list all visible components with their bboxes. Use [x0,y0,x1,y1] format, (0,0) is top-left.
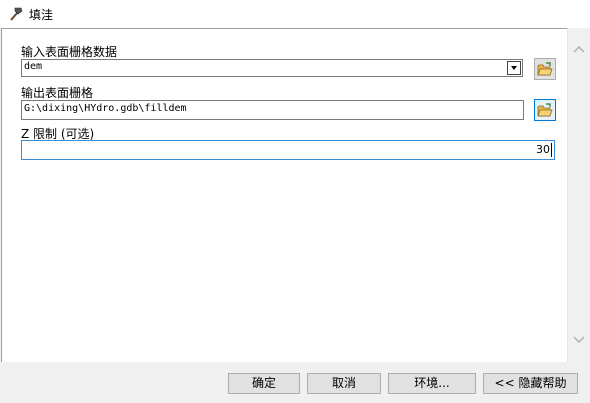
output-raster-field[interactable]: G:\dixing\HYdro.gdb\filldem [21,100,524,120]
z-limit-field[interactable]: 30 [21,140,555,160]
chevron-up-icon[interactable] [571,42,587,58]
output-raster-label: 输出表面栅格 [21,86,94,100]
hammer-icon [7,5,25,23]
output-browse-button[interactable] [534,99,556,121]
input-raster-combobox[interactable]: dem [21,59,523,77]
input-browse-button[interactable] [534,58,556,80]
text-caret [551,143,552,157]
window-title: 填洼 [29,8,54,22]
output-raster-value: G:\dixing\HYdro.gdb\filldem [24,103,187,114]
vertical-scrollbar[interactable] [567,28,590,362]
hide-help-button[interactable]: << 隐藏帮助 [483,373,578,394]
parameters-panel [1,28,568,363]
folder-open-icon [537,103,553,117]
z-limit-value: 30 [536,143,550,156]
ok-button[interactable]: 确定 [228,373,300,394]
environments-button[interactable]: 环境... [388,373,476,394]
input-raster-value: dem [24,61,43,72]
title-bar: 填洼 [0,0,590,28]
dropdown-arrow-icon[interactable] [507,61,521,75]
input-raster-label: 输入表面栅格数据 [21,45,118,59]
folder-open-icon [537,62,553,76]
cancel-button[interactable]: 取消 [307,373,381,394]
chevron-down-icon[interactable] [571,331,587,347]
